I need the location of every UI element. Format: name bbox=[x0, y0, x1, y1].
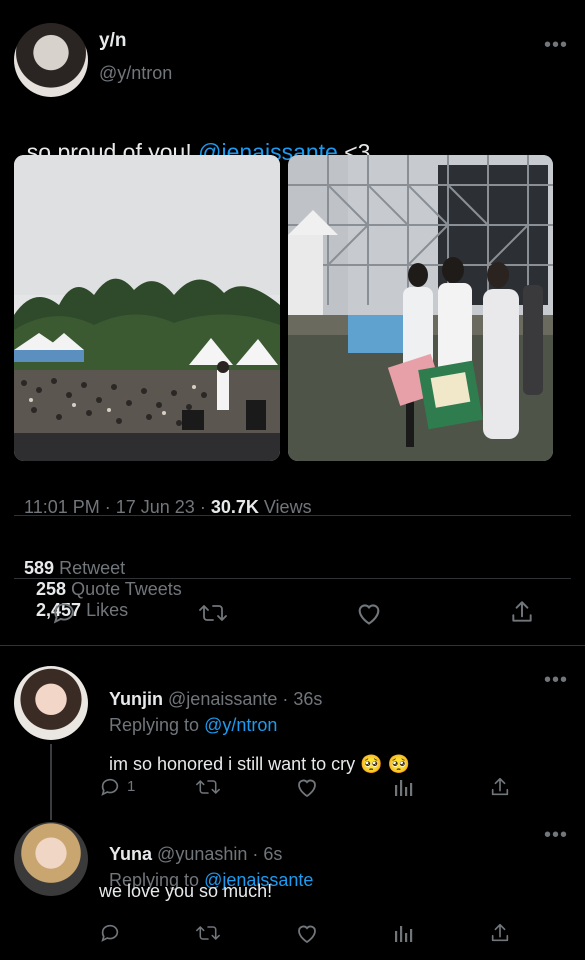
quotes-count: 258 bbox=[36, 579, 67, 599]
analytics-icon[interactable] bbox=[393, 922, 415, 944]
quotes-label: Quote Tweets bbox=[71, 579, 182, 599]
retweets-count: 589 bbox=[24, 558, 55, 578]
retweet-icon[interactable] bbox=[196, 922, 220, 944]
tweet-meta: 11:01 PM · 17 Jun 23 · 30.7K Views bbox=[14, 476, 312, 518]
reply-text: im so honored i still want to cry 🥺 🥺 bbox=[99, 733, 410, 775]
tweet-photo-2[interactable] bbox=[288, 155, 553, 461]
thread-line bbox=[50, 744, 52, 820]
retweet-icon[interactable] bbox=[196, 776, 220, 798]
reply-icon[interactable] bbox=[51, 600, 77, 626]
pleading-emoji: 🥺 🥺 bbox=[360, 754, 410, 774]
replying-to-link[interactable]: @y/ntron bbox=[204, 715, 277, 735]
author-avatar[interactable] bbox=[14, 23, 88, 97]
reply-icon[interactable] bbox=[99, 776, 121, 798]
reply-avatar[interactable] bbox=[14, 822, 88, 896]
replying-label: Replying to bbox=[109, 715, 200, 735]
more-icon[interactable]: ••• bbox=[544, 35, 568, 55]
heart-icon[interactable] bbox=[295, 922, 319, 944]
quotes-stat[interactable]: 258 Quote Tweets bbox=[36, 579, 182, 599]
likes-stat[interactable]: 2,457 Likes bbox=[36, 600, 128, 620]
replying-to: Replying to @y/ntron bbox=[99, 694, 277, 736]
group-hug-photo bbox=[288, 155, 553, 461]
author-handle[interactable]: @y/ntron bbox=[99, 63, 172, 84]
tweet-date[interactable]: 17 Jun 23 bbox=[116, 497, 195, 517]
more-icon[interactable]: ••• bbox=[544, 670, 568, 690]
heart-icon[interactable] bbox=[355, 600, 383, 626]
share-icon[interactable] bbox=[509, 599, 535, 625]
heart-icon[interactable] bbox=[295, 776, 319, 798]
reply-icon[interactable] bbox=[99, 922, 121, 944]
meta-separator: · bbox=[99, 497, 116, 517]
reply-avatar[interactable] bbox=[14, 666, 88, 740]
divider-1 bbox=[14, 515, 571, 516]
tweet-photo-1[interactable] bbox=[14, 155, 280, 461]
retweets-label: Retweet bbox=[59, 558, 126, 578]
divider-2 bbox=[14, 578, 571, 579]
reply-text: we love you so much! bbox=[99, 881, 273, 901]
divider-3 bbox=[0, 645, 585, 646]
retweet-icon[interactable] bbox=[199, 600, 227, 626]
reply-dot: · bbox=[277, 689, 294, 709]
share-icon[interactable] bbox=[489, 776, 511, 798]
retweets-stat[interactable]: 589 Retweet bbox=[24, 558, 125, 578]
views-count: 30.7K bbox=[210, 497, 259, 517]
analytics-icon[interactable] bbox=[393, 776, 415, 798]
reply-count: 1 bbox=[127, 778, 136, 795]
tweet-time[interactable]: 11:01 PM bbox=[24, 497, 100, 517]
concert-photo bbox=[14, 155, 280, 461]
views-label: Views bbox=[263, 497, 312, 517]
likes-label: Likes bbox=[86, 600, 129, 620]
reply-time[interactable]: 36s bbox=[293, 689, 322, 709]
stats-row: 589 Retweet 258 Quote Tweets 2,457 Likes bbox=[14, 537, 182, 621]
share-icon[interactable] bbox=[489, 922, 511, 944]
more-icon[interactable]: ••• bbox=[544, 825, 568, 845]
reply-text-body: im so honored i still want to cry bbox=[109, 754, 356, 774]
meta-separator: · bbox=[194, 497, 211, 517]
author-name[interactable]: y/n bbox=[99, 30, 126, 52]
